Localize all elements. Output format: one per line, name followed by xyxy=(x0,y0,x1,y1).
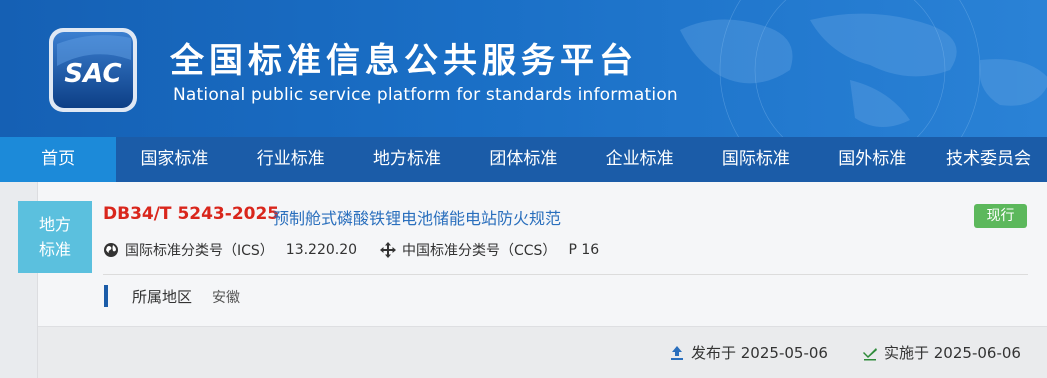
ics-info: 国际标准分类号（ICS） 13.220.20 xyxy=(103,240,357,260)
ccs-value: P 16 xyxy=(568,242,600,258)
site-title-cn: 全国标准信息公共服务平台 xyxy=(170,41,638,81)
ics-value: 13.220.20 xyxy=(285,242,358,258)
nav-item-industry-standards[interactable]: 行业标准 xyxy=(233,137,349,182)
main-nav: 首页 国家标准 行业标准 地方标准 团体标准 企业标准 国际标准 国外标准 技术… xyxy=(0,137,1047,182)
region-value: 安徽 xyxy=(212,290,240,306)
world-map-decoration xyxy=(680,0,1047,137)
nav-item-national-standards[interactable]: 国家标准 xyxy=(116,137,232,182)
globe-icon xyxy=(104,243,118,257)
status-badge: 现行 xyxy=(974,204,1027,228)
nav-item-home[interactable]: 首页 xyxy=(0,137,117,182)
effective-date: 实施于 2025-06-06 xyxy=(862,342,1021,363)
upload-icon xyxy=(671,345,683,360)
nav-item-enterprise-standards[interactable]: 企业标准 xyxy=(581,137,697,182)
ccs-label: 中国标准分类号（CCS） xyxy=(402,243,557,259)
standard-name[interactable]: 预制舱式磷酸铁锂电池储能电站防火规范 xyxy=(273,205,561,229)
region-label: 所属地区 xyxy=(132,288,193,306)
nav-item-group-standards[interactable]: 团体标准 xyxy=(465,137,581,182)
nav-item-foreign-standards[interactable]: 国外标准 xyxy=(814,137,930,182)
nav-item-local-standards[interactable]: 地方标准 xyxy=(349,137,465,182)
check-icon xyxy=(863,347,877,360)
category-badge: 地方 标准 xyxy=(18,201,92,273)
standard-code[interactable]: DB34/T 5243-2025 xyxy=(103,204,279,224)
move-arrows-icon xyxy=(380,242,396,258)
nav-item-international-standards[interactable]: 国际标准 xyxy=(698,137,814,182)
site-title-en: National public service platform for sta… xyxy=(173,85,678,105)
sac-logo[interactable]: SAC xyxy=(47,26,139,114)
publish-date: 发布于 2025-05-06 xyxy=(669,342,828,363)
nav-item-technical-committees[interactable]: 技术委员会 xyxy=(930,137,1046,182)
svg-text:SAC: SAC xyxy=(64,59,121,89)
ics-label: 国际标准分类号（ICS） xyxy=(125,243,274,259)
site-header: SAC 全国标准信息公共服务平台 National public service… xyxy=(0,0,1047,137)
ccs-info: 中国标准分类号（CCS） P 16 xyxy=(380,240,599,260)
region-marker xyxy=(104,285,108,307)
divider xyxy=(103,274,1028,275)
